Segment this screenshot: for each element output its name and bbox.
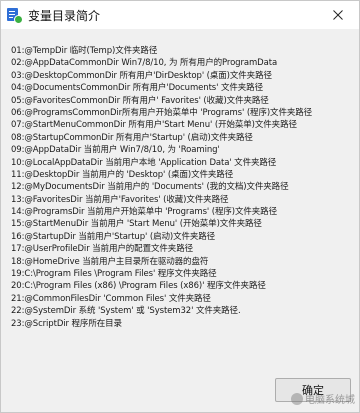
list-item: 08:@StartupCommonDir 所有用户'Startup' (启动)文… <box>11 132 253 143</box>
watermark: 电脑系统城 <box>291 391 355 406</box>
list-item: 12:@MyDocumentsDir 当前用户的 'Documents' (我的… <box>11 182 289 193</box>
watermark-logo-icon <box>291 392 303 405</box>
close-button[interactable] <box>317 1 359 29</box>
close-icon <box>333 10 343 20</box>
list-item: 23:@ScriptDir 程序所在目录 <box>11 318 122 329</box>
list-item: 05:@FavoritesCommonDir 所有用户' Favorites' … <box>11 95 269 106</box>
list-item: 01:@TempDir 临时(Temp)文件夹路径 <box>11 46 158 56</box>
list-item: 13:@FavoritesDir 当前用户'Favorites' (收藏)文件夹… <box>11 194 229 205</box>
list-item: 10:@LocalAppDataDir 当前用户本地 'Application … <box>11 157 277 168</box>
list-item: 19:C:\Program Files \Program Files' 程序文件… <box>11 269 217 280</box>
list-item: 02:@AppDataCommonDir Win7/8/10, 为 所有用户的P… <box>11 58 278 69</box>
list-item: 03:@DesktopCommonDir 所有用户'DirDesktop' (桌… <box>11 70 272 81</box>
document-check-icon <box>7 8 23 24</box>
dialog-footer: 确定 电脑系统城 <box>1 363 359 412</box>
content-area: 01:@TempDir 临时(Temp)文件夹路径 02:@AppDataComm… <box>1 29 359 361</box>
list-item: 11:@DesktopDir 当前用户的 'Desktop' (桌面)文件夹路径 <box>11 169 234 180</box>
list-item: 04:@DocumentsCommonDir 所有用户'Documents' 文… <box>11 83 263 94</box>
title-bar[interactable]: 变量目录简介 <box>1 1 359 29</box>
list-item: 17:@UserProfileDir 当前用户的配置文件夹路径 <box>11 244 193 255</box>
variable-list: 01:@TempDir 临时(Temp)文件夹路径 02:@AppDataComm… <box>11 45 356 330</box>
list-item: 06:@ProgramsCommonDir所有用户开始菜单中 'Programs… <box>11 107 313 118</box>
list-item: 09:@AppDataDir 当前用户 Win7/8/10, 为 'Roamin… <box>11 145 220 156</box>
list-item: 15:@StartMenuDir 当前用户 'Start Menu' (开始菜单… <box>11 219 262 230</box>
list-item: 14:@ProgramsDir 当前用户开始菜单中 'Programs' (程序… <box>11 207 277 218</box>
list-item: 18:@HomeDrive 当前用户主目录所在驱动器的盘符 <box>11 256 209 267</box>
dialog-window: 变量目录简介 01:@TempDir 临时(Temp)文件夹路径 02:@AppD… <box>0 0 360 413</box>
watermark-text: 电脑系统城 <box>305 395 355 406</box>
list-item: 16:@StartupDir 当前用户'Startup' (启动)文件夹路径 <box>11 231 216 242</box>
window-title: 变量目录简介 <box>28 8 101 23</box>
list-item: 21:@CommonFilesDir 'Common Files' 文件夹路径 <box>11 293 211 304</box>
list-item: 20:C:\Program Files (x86) \Program Files… <box>11 281 266 292</box>
list-item: 22:@SystemDir 系统 'System' 或 'System32' 文… <box>11 306 241 317</box>
list-item: 07:@StartMenuCommonDir 所有用户'Start Menu' … <box>11 120 297 131</box>
